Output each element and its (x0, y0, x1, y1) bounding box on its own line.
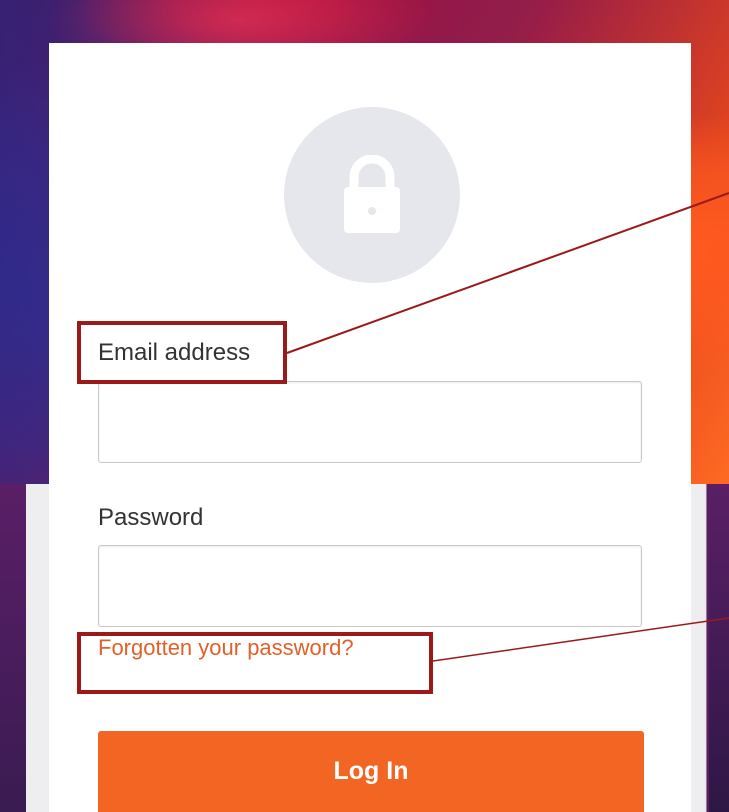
avatar (284, 107, 460, 283)
password-label: Password (98, 504, 204, 531)
forgot-link-highlight (77, 632, 433, 694)
background-right-edge (709, 484, 729, 812)
email-label-highlight (77, 321, 287, 384)
login-card: Email address Password Forgotten your pa… (49, 43, 691, 812)
login-button[interactable]: Log In (98, 731, 644, 812)
password-field[interactable] (98, 545, 642, 627)
email-field[interactable] (98, 381, 642, 463)
lock-icon (344, 155, 400, 233)
background-left-edge (0, 484, 26, 812)
